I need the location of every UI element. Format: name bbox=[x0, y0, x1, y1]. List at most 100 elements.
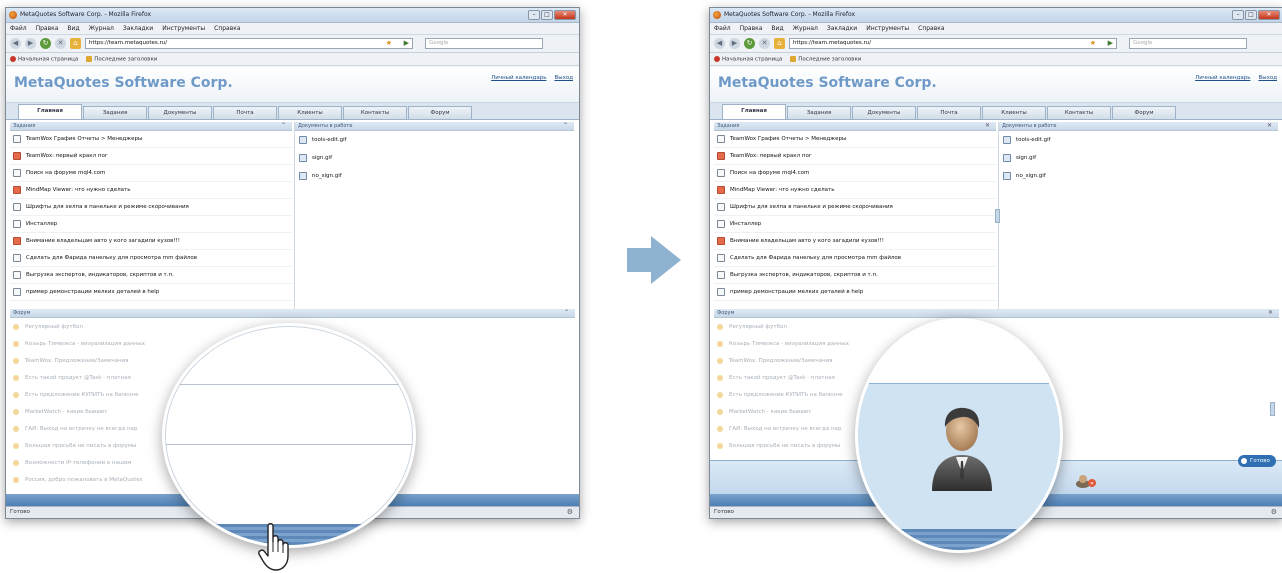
list-item[interactable]: no_sign.gif bbox=[999, 167, 1278, 185]
url-bar[interactable]: https://team.metaquotes.ru/ ★ ▶ bbox=[789, 38, 1117, 49]
menu-history[interactable]: Журнал bbox=[89, 25, 114, 34]
maximize-button[interactable]: □ bbox=[1245, 10, 1257, 20]
list-item[interactable]: Внимание владельцам авто у кого загадили… bbox=[714, 233, 996, 250]
list-item[interactable]: Инсталлер bbox=[714, 216, 996, 233]
image-file-icon bbox=[1003, 154, 1011, 162]
tab-home[interactable]: Главная bbox=[722, 104, 786, 119]
bookmark-headlines[interactable]: Последние заголовки bbox=[790, 55, 861, 62]
list-item[interactable]: sign.gif bbox=[295, 149, 574, 167]
tab-mail[interactable]: Почта bbox=[917, 106, 981, 119]
close-button[interactable]: ✕ bbox=[554, 10, 576, 20]
tab-forum[interactable]: Форум bbox=[1112, 106, 1176, 119]
list-item[interactable]: TeamWox: первый кракл пог bbox=[714, 148, 996, 165]
list-item[interactable]: Шрифты для хелпа в панельке и режиме ско… bbox=[714, 199, 996, 216]
ready-button[interactable]: Готово bbox=[1238, 455, 1276, 467]
menu-file[interactable]: Файл bbox=[714, 25, 731, 34]
menu-tools[interactable]: Инструменты bbox=[162, 25, 205, 34]
bookmark-headlines[interactable]: Последние заголовки bbox=[86, 55, 157, 62]
list-item[interactable]: Поиск на форуме mql4.com bbox=[10, 165, 292, 182]
menu-history[interactable]: Журнал bbox=[793, 25, 818, 34]
search-input[interactable]: Google bbox=[1129, 38, 1247, 49]
list-item[interactable]: tools-edit.gif bbox=[999, 131, 1278, 149]
list-item[interactable]: tools-edit.gif bbox=[295, 131, 574, 149]
menu-view[interactable]: Вид bbox=[67, 25, 79, 34]
tab-tasks[interactable]: Задания bbox=[83, 106, 147, 119]
tab-documents[interactable]: Документы bbox=[852, 106, 916, 119]
home-icon[interactable]: ⌂ bbox=[774, 38, 785, 49]
tab-home[interactable]: Главная bbox=[18, 104, 82, 119]
tab-contacts[interactable]: Контакты bbox=[1047, 106, 1111, 119]
minimize-button[interactable]: – bbox=[1232, 10, 1244, 20]
home-icon[interactable]: ⌂ bbox=[70, 38, 81, 49]
close-pane-icon[interactable]: ✕ bbox=[1268, 309, 1273, 316]
tab-forum[interactable]: Форум bbox=[408, 106, 472, 119]
list-item[interactable]: MindMap Viewer: что нужно сделать bbox=[10, 182, 292, 199]
list-item[interactable]: Инсталлер bbox=[10, 216, 292, 233]
minimize-button[interactable]: – bbox=[528, 10, 540, 20]
bookmark-star-icon[interactable]: ★ bbox=[1090, 39, 1096, 47]
list-item[interactable]: no_sign.gif bbox=[295, 167, 574, 185]
stop-icon[interactable]: ✕ bbox=[759, 38, 770, 49]
list-item[interactable]: Выгрузка экспертов, индикаторов, скрипто… bbox=[10, 267, 292, 284]
splitter-handle[interactable] bbox=[995, 209, 1000, 223]
logout-link[interactable]: Выход bbox=[1258, 75, 1277, 81]
list-item[interactable]: TeamWox График Отчеты > Менеджеры bbox=[714, 131, 996, 148]
maximize-button[interactable]: □ bbox=[541, 10, 553, 20]
addon-icon[interactable]: ⚙ bbox=[567, 508, 573, 516]
calendar-link[interactable]: Личный календарь bbox=[1195, 75, 1250, 81]
stop-icon[interactable]: ✕ bbox=[55, 38, 66, 49]
reload-icon[interactable]: ↻ bbox=[744, 38, 755, 49]
list-item[interactable]: Поиск на форуме mql4.com bbox=[714, 165, 996, 182]
go-icon[interactable]: ▶ bbox=[404, 39, 409, 47]
menu-view[interactable]: Вид bbox=[771, 25, 783, 34]
list-item[interactable]: MindMap Viewer: что нужно сделать bbox=[714, 182, 996, 199]
tab-documents[interactable]: Документы bbox=[148, 106, 212, 119]
addon-icon[interactable]: ⚙ bbox=[1271, 508, 1277, 516]
menu-edit[interactable]: Правка bbox=[740, 25, 763, 34]
list-item[interactable]: пример демонстрации мелких деталей в hel… bbox=[714, 284, 996, 301]
splitter-handle[interactable] bbox=[1270, 402, 1275, 416]
tab-clients[interactable]: Клиенты bbox=[278, 106, 342, 119]
menu-file[interactable]: Файл bbox=[10, 25, 27, 34]
search-input[interactable]: Google bbox=[425, 38, 543, 49]
list-item[interactable]: пример демонстрации мелких деталей в hel… bbox=[10, 284, 292, 301]
list-item[interactable]: sign.gif bbox=[999, 149, 1278, 167]
tab-contacts[interactable]: Контакты bbox=[343, 106, 407, 119]
menu-help[interactable]: Справка bbox=[214, 25, 240, 34]
go-icon[interactable]: ▶ bbox=[1108, 39, 1113, 47]
collapse-icon[interactable]: ⌃ bbox=[281, 122, 286, 129]
bookmark-home[interactable]: Начальная страница bbox=[714, 55, 782, 62]
user-status-icon[interactable]: ✕ bbox=[1074, 473, 1098, 489]
url-bar[interactable]: https://team.metaquotes.ru/ ★ ▶ bbox=[85, 38, 413, 49]
menu-bookmarks[interactable]: Закладки bbox=[123, 25, 153, 34]
calendar-link[interactable]: Личный календарь bbox=[491, 75, 546, 81]
menu-tools[interactable]: Инструменты bbox=[866, 25, 909, 34]
list-item[interactable]: TeamWox График Отчеты > Менеджеры bbox=[10, 131, 292, 148]
tab-tasks[interactable]: Задания bbox=[787, 106, 851, 119]
list-item[interactable]: Сделать для Фарида панельку для просмотр… bbox=[714, 250, 996, 267]
svg-text:✕: ✕ bbox=[1090, 481, 1094, 487]
menu-bookmarks[interactable]: Закладки bbox=[827, 25, 857, 34]
menu-edit[interactable]: Правка bbox=[36, 25, 59, 34]
list-item[interactable]: TeamWox: первый кракл пог bbox=[10, 148, 292, 165]
close-button[interactable]: ✕ bbox=[1258, 10, 1280, 20]
logout-link[interactable]: Выход bbox=[554, 75, 573, 81]
menu-help[interactable]: Справка bbox=[918, 25, 944, 34]
collapse-icon[interactable]: ⌃ bbox=[564, 309, 569, 316]
close-pane-icon[interactable]: ✕ bbox=[1267, 122, 1272, 129]
tab-clients[interactable]: Клиенты bbox=[982, 106, 1046, 119]
bookmark-home[interactable]: Начальная страница bbox=[10, 55, 78, 62]
tab-mail[interactable]: Почта bbox=[213, 106, 277, 119]
back-icon[interactable]: ◀ bbox=[714, 38, 725, 49]
reload-icon[interactable]: ↻ bbox=[40, 38, 51, 49]
forward-icon[interactable]: ▶ bbox=[25, 38, 36, 49]
list-item[interactable]: Сделать для Фарида панельку для просмотр… bbox=[10, 250, 292, 267]
list-item[interactable]: Шрифты для хелпа в панельке и режиме ско… bbox=[10, 199, 292, 216]
list-item[interactable]: Выгрузка экспертов, индикаторов, скрипто… bbox=[714, 267, 996, 284]
forward-icon[interactable]: ▶ bbox=[729, 38, 740, 49]
collapse-icon[interactable]: ⌃ bbox=[563, 122, 568, 129]
back-icon[interactable]: ◀ bbox=[10, 38, 21, 49]
list-item[interactable]: Внимание владельцам авто у кого загадили… bbox=[10, 233, 292, 250]
bookmark-star-icon[interactable]: ★ bbox=[386, 39, 392, 47]
close-pane-icon[interactable]: ✕ bbox=[985, 122, 990, 129]
